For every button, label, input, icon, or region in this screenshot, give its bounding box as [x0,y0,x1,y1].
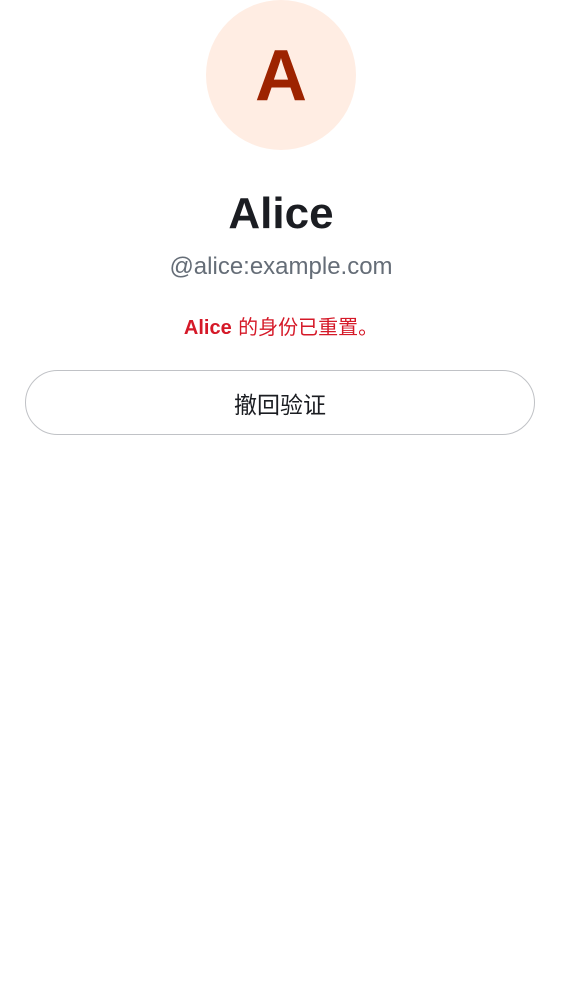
withdraw-verification-button[interactable]: 撤回验证 [25,370,535,435]
identity-reset-notice: Alice 的身份已重置。 [0,312,562,343]
notice-text: 的身份已重置。 [231,315,379,339]
user-identity-page: A Alice @alice:example.com Alice 的身份已重置。… [0,0,562,1000]
notice-user-name: Alice [183,317,232,339]
avatar-initial: A [255,36,307,116]
display-name: Alice [228,189,334,238]
user-id: @alice:example.com [169,253,393,280]
avatar: A [206,0,356,150]
